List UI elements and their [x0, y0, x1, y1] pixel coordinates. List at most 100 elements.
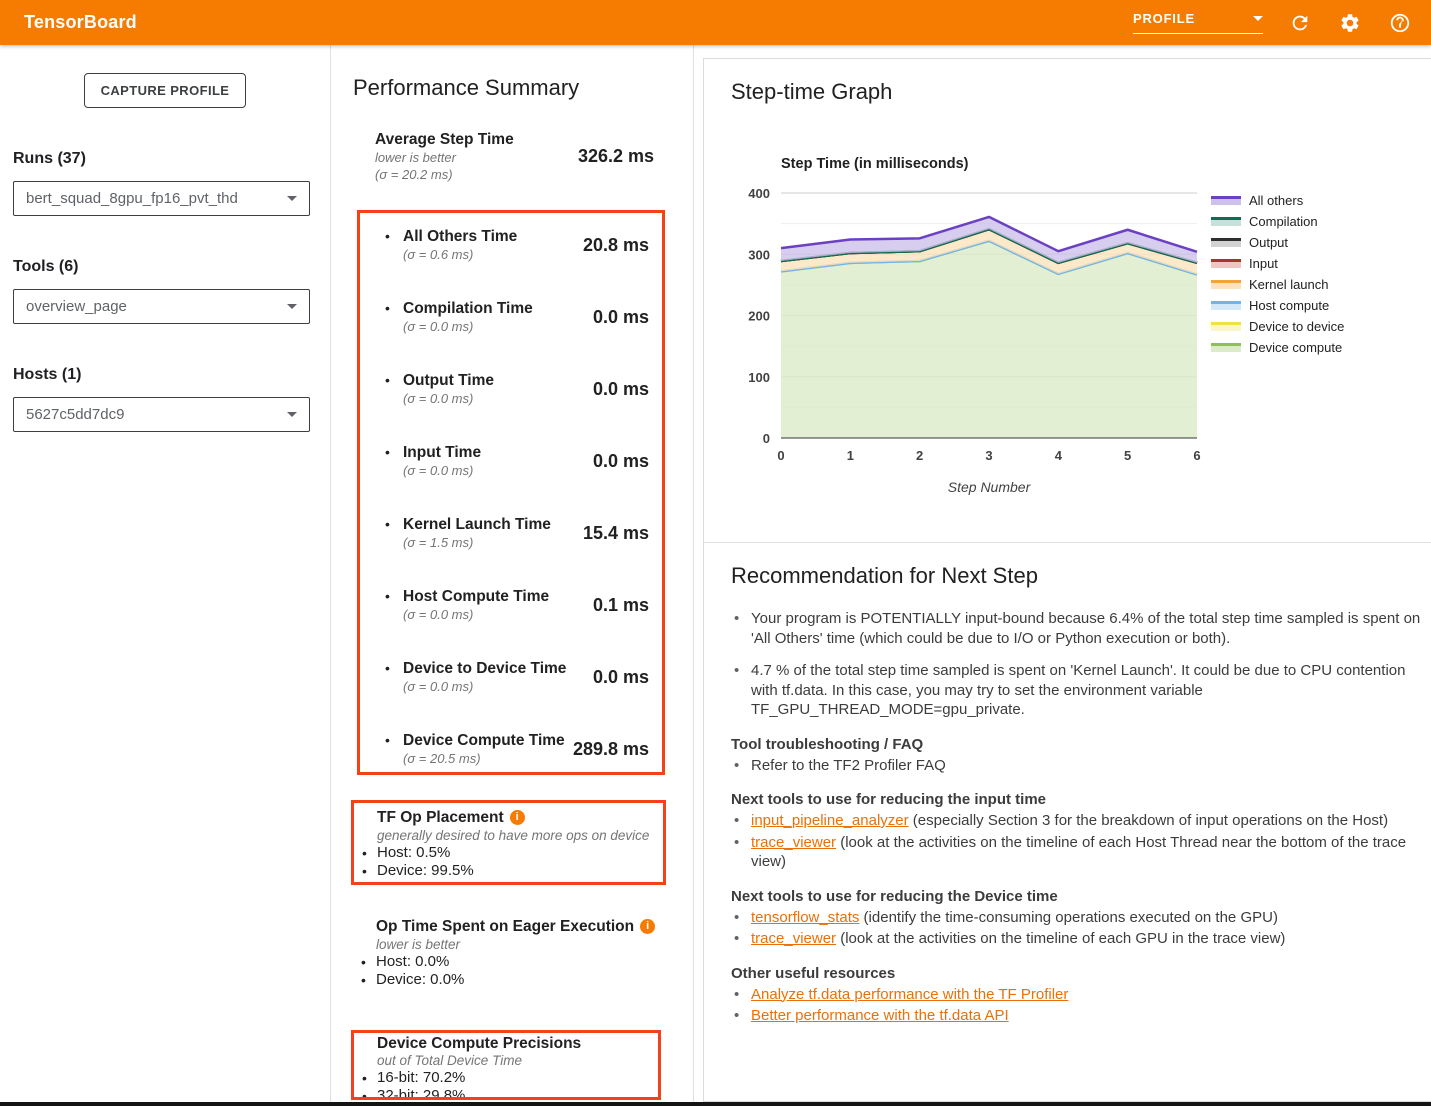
svg-text:200: 200 — [748, 309, 770, 324]
svg-text:3: 3 — [985, 448, 992, 463]
device-precisions-note: out of Total Device Time — [354, 1053, 658, 1069]
settings-button[interactable] — [1337, 10, 1363, 36]
tf-op-placement-items: Host: 0.5%Device: 99.5% — [354, 844, 663, 880]
stat-item: Host: 0.0% — [361, 953, 681, 971]
bullet-icon: • — [385, 587, 403, 606]
recommendation-item-text: (look at the activities on the timeline … — [751, 834, 1406, 871]
metric-value: 289.8 ms — [565, 739, 649, 760]
recommendation-item: trace_viewer (look at the activities on … — [731, 833, 1421, 872]
legend-item: Device compute — [1211, 337, 1344, 358]
svg-text:400: 400 — [748, 189, 770, 201]
metric-item: •Output Time(σ = 0.0 ms)0.0 ms — [360, 371, 649, 407]
tools-select-value: overview_page — [26, 298, 127, 315]
legend-swatch — [1211, 322, 1241, 331]
metric-value: 0.1 ms — [585, 595, 649, 616]
chart-xaxis-label: Step Number — [781, 479, 1197, 495]
tool-link[interactable]: trace_viewer — [751, 930, 836, 947]
recommendation-bullets: Your program is POTENTIALLY input-bound … — [731, 609, 1421, 720]
sidebar: CAPTURE PROFILE Runs (37) bert_squad_8gpu… — [0, 45, 331, 1102]
eager-execution-block: Op Time Spent on Eager Execution i lower… — [361, 917, 681, 989]
metric-sigma: (σ = 0.0 ms) — [403, 318, 533, 335]
recommendation-item-list: Refer to the TF2 Profiler FAQ — [731, 756, 1421, 776]
recommendation-item: tensorflow_stats (identify the time-cons… — [731, 908, 1421, 928]
tool-link[interactable]: Analyze tf.data performance with the TF … — [751, 986, 1068, 1003]
metric-sigma: (σ = 1.5 ms) — [403, 534, 551, 551]
recommendation-item-list: Analyze tf.data performance with the TF … — [731, 985, 1421, 1026]
legend-swatch — [1211, 280, 1241, 289]
recommendation-subsection: Next tools to use for reducing the Devic… — [731, 888, 1421, 949]
tools-select-label: Tools (6) — [13, 258, 310, 276]
hosts-select-label: Hosts (1) — [13, 366, 310, 384]
bullet-icon: • — [385, 659, 403, 678]
metric-value: 15.4 ms — [575, 523, 649, 544]
metric-sigma: (σ = 0.0 ms) — [403, 390, 494, 407]
recommendation-item-text: (look at the activities on the timeline … — [836, 930, 1285, 947]
bullet-icon: • — [385, 299, 403, 318]
dashboard-selector[interactable]: PROFILE — [1133, 11, 1263, 34]
gear-icon — [1339, 12, 1361, 34]
tf-op-placement-title: TF Op Placement — [377, 808, 504, 827]
metric-sigma: (σ = 0.0 ms) — [403, 606, 549, 623]
bullet-icon: • — [385, 515, 403, 534]
legend-item: Input — [1211, 253, 1344, 274]
info-icon[interactable]: i — [510, 810, 525, 825]
metric-item: •All Others Time(σ = 0.6 ms)20.8 ms — [360, 227, 649, 263]
refresh-icon — [1289, 12, 1311, 34]
metrics-list: •All Others Time(σ = 0.6 ms)20.8 ms•Comp… — [360, 227, 649, 767]
metric-text: Output Time(σ = 0.0 ms) — [403, 371, 494, 407]
svg-text:5: 5 — [1124, 448, 1131, 463]
runs-select-label: Runs (37) — [13, 150, 310, 168]
metric-item: •Device to Device Time(σ = 0.0 ms)0.0 ms — [360, 659, 649, 695]
legend-item: Kernel launch — [1211, 274, 1344, 295]
recommendation-item-list: input_pipeline_analyzer (especially Sect… — [731, 811, 1421, 872]
step-time-chart: 01002003004000123456 — [714, 189, 1214, 474]
dashboard-selector-value: PROFILE — [1133, 11, 1195, 26]
metric-text: Kernel Launch Time(σ = 1.5 ms) — [403, 515, 551, 551]
stat-item: Device: 99.5% — [354, 862, 663, 880]
selector-groups: Runs (37) bert_squad_8gpu_fp16_pvt_thd Too… — [0, 150, 330, 432]
legend-label: Output — [1249, 235, 1288, 250]
legend-swatch — [1211, 217, 1241, 226]
recommendation-subheading: Next tools to use for reducing the Devic… — [731, 888, 1421, 905]
recommendation-subsections: Tool troubleshooting / FAQRefer to the T… — [731, 736, 1421, 1026]
recommendation-subheading: Other useful resources — [731, 965, 1421, 982]
help-button[interactable] — [1387, 10, 1413, 36]
tools-select-group: Tools (6) overview_page — [13, 258, 310, 324]
metric-value: 20.8 ms — [575, 235, 649, 256]
tool-link[interactable]: input_pipeline_analyzer — [751, 812, 909, 829]
svg-text:300: 300 — [748, 247, 770, 262]
tool-link[interactable]: Better performance with the tf.data API — [751, 1007, 1009, 1024]
device-precisions-items: 16-bit: 70.2%32-bit: 29.8% — [354, 1069, 658, 1100]
eager-execution-items: Host: 0.0%Device: 0.0% — [361, 953, 681, 989]
info-icon[interactable]: i — [640, 919, 655, 934]
metric-label: Host Compute Time — [403, 587, 549, 606]
legend-label: Host compute — [1249, 298, 1329, 313]
recommendation-item-list: tensorflow_stats (identify the time-cons… — [731, 908, 1421, 949]
legend-label: Compilation — [1249, 214, 1318, 229]
metric-label: Device Compute Time — [403, 731, 565, 750]
chevron-down-icon — [287, 304, 297, 309]
legend-swatch — [1211, 301, 1241, 310]
capture-profile-button[interactable]: CAPTURE PROFILE — [84, 73, 247, 108]
recommendation-item: Refer to the TF2 Profiler FAQ — [731, 756, 1421, 776]
metric-sigma: (σ = 0.6 ms) — [403, 246, 517, 263]
chevron-down-icon — [287, 412, 297, 417]
chart-legend: All othersCompilationOutputInputKernel l… — [1211, 190, 1344, 358]
refresh-button[interactable] — [1287, 10, 1313, 36]
metric-text: Compilation Time(σ = 0.0 ms) — [403, 299, 533, 335]
tool-link[interactable]: tensorflow_stats — [751, 909, 859, 926]
metric-text: All Others Time(σ = 0.6 ms) — [403, 227, 517, 263]
runs-select[interactable]: bert_squad_8gpu_fp16_pvt_thd — [13, 181, 310, 216]
hosts-select-value: 5627c5dd7dc9 — [26, 406, 124, 423]
tool-link[interactable]: trace_viewer — [751, 834, 836, 851]
metric-label: Input Time — [403, 443, 481, 462]
average-step-time-note: lower is better — [375, 149, 514, 166]
stat-item: Host: 0.5% — [354, 844, 663, 862]
recommendation-section: Recommendation for Next Step Your progra… — [731, 563, 1421, 1028]
chart-title: Step Time (in milliseconds) — [781, 156, 968, 172]
metric-item: •Device Compute Time(σ = 20.5 ms)289.8 m… — [360, 731, 649, 767]
legend-item: Compilation — [1211, 211, 1344, 232]
hosts-select[interactable]: 5627c5dd7dc9 — [13, 397, 310, 432]
header-controls: PROFILE — [1133, 10, 1431, 36]
tools-select[interactable]: overview_page — [13, 289, 310, 324]
